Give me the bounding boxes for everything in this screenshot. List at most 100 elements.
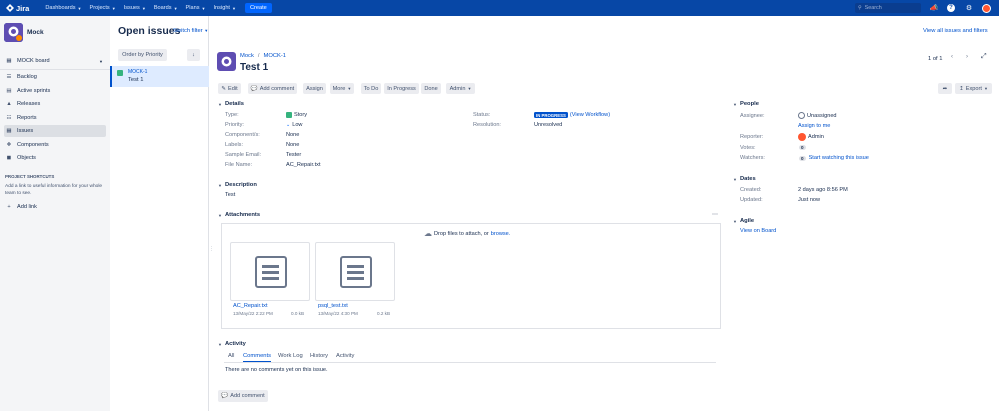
chevron-down-icon: ▼ (231, 5, 236, 11)
help-icon[interactable]: ? (946, 3, 956, 13)
sidebar-item-active-sprints[interactable]: ▤ Active sprints (4, 85, 106, 97)
description-heading[interactable]: ▼ Description (218, 182, 257, 188)
previous-issue-icon[interactable]: ‹ (951, 54, 953, 60)
votes-count[interactable]: 0 (799, 145, 806, 150)
browse-link[interactable]: browse. (491, 231, 511, 237)
drop-files-label: Drop files to attach, or (434, 230, 489, 237)
chevron-down-icon: ▼ (347, 86, 352, 91)
transition-done-button[interactable]: Done (421, 83, 441, 94)
sidebar-item-backlog[interactable]: ☰ Backlog (4, 71, 106, 83)
comment-icon: 💬 (221, 393, 229, 399)
project-name[interactable]: Mock (27, 29, 44, 36)
share-icon[interactable]: ➦ (938, 83, 952, 94)
tab-comments[interactable]: Comments (243, 353, 272, 362)
more-button[interactable]: More ▼ (330, 83, 354, 94)
collapse-triangle-icon: ▼ (218, 182, 222, 188)
attachment-date: 13/May/22 4:30 PM (318, 311, 358, 316)
jira-logo[interactable]: Jira (6, 4, 29, 13)
shortcuts-description: Add a link to useful information for you… (5, 184, 103, 196)
view-all-issues-link[interactable]: View all issues and filters (923, 28, 988, 34)
list-item[interactable]: MOCK-1 Test 1 (110, 66, 209, 87)
sort-direction-arrow-icon[interactable]: ↓ (187, 49, 200, 61)
chevron-down-icon: ▼ (467, 86, 472, 91)
attachment-thumbnail[interactable] (315, 242, 395, 301)
nav-issues[interactable]: Issues ▼ (124, 5, 146, 11)
priority-value: ⌄ Low (286, 122, 302, 128)
tab-history[interactable]: History (310, 353, 328, 359)
more-button-label: More (332, 85, 346, 92)
sidebar-item-reports[interactable]: ☷ Reports (4, 112, 106, 124)
activity-heading[interactable]: ▼ Activity (218, 341, 246, 347)
user-avatar[interactable] (981, 3, 991, 13)
attachments-more-icon[interactable]: ⋯ (712, 211, 718, 218)
sprint-icon: ▤ (6, 88, 12, 94)
nav-plans[interactable]: Plans ▼ (186, 5, 206, 11)
settings-gear-icon[interactable]: ⚙ (964, 3, 974, 13)
view-on-board-link[interactable]: View on Board (740, 228, 776, 234)
start-watching-link[interactable]: Start watching this issue (809, 155, 869, 161)
attachment-size: 0.0 kB (291, 311, 305, 316)
type-value: Story (286, 112, 307, 118)
notifications-icon[interactable]: 📣 (929, 3, 939, 13)
labels-label: Labels: (225, 142, 244, 148)
add-comment-button[interactable]: 💬 Add comment (248, 83, 297, 94)
attachment-name[interactable]: psql_test.txt (318, 303, 348, 309)
labels-value: None (286, 142, 300, 148)
order-by-button[interactable]: Order by Priority (118, 49, 167, 61)
breadcrumb-project[interactable]: Mock (240, 53, 254, 59)
details-heading-label: Details (224, 101, 244, 107)
next-issue-icon[interactable]: › (966, 54, 968, 60)
search-input[interactable]: ⚲ Search (855, 3, 921, 13)
sidebar-item-components[interactable]: ❖ Components (4, 139, 106, 151)
breadcrumb-separator: / (257, 53, 260, 59)
agile-heading[interactable]: ▼ Agile (733, 218, 754, 224)
expand-icon[interactable]: ⤢ (981, 53, 987, 61)
nav-boards[interactable]: Boards ▼ (154, 5, 178, 11)
view-workflow-link[interactable]: (View Workflow) (570, 112, 610, 118)
attachment-date: 13/May/22 2:22 PM (233, 311, 273, 316)
unassigned-avatar-icon (798, 112, 805, 119)
nav-projects-label: Projects (89, 5, 110, 11)
add-comment-bottom-button[interactable]: 💬 Add comment (218, 390, 268, 402)
nav-dashboards[interactable]: Dashboards ▼ (45, 5, 81, 11)
add-link-button[interactable]: + Add link (4, 201, 106, 213)
create-button[interactable]: Create (244, 3, 272, 13)
tab-work-log[interactable]: Work Log (278, 353, 303, 359)
nav-insight[interactable]: Insight ▼ (214, 5, 236, 11)
admin-button[interactable]: Admin ▼ (446, 83, 475, 94)
description-text: Test (225, 192, 236, 198)
dates-heading[interactable]: ▼ Dates (733, 176, 756, 182)
edit-button[interactable]: ✎ Edit (218, 83, 241, 94)
details-heading[interactable]: ▼ Details (218, 101, 244, 107)
nav-projects[interactable]: Projects ▼ (90, 5, 116, 11)
objects-icon: ◼ (6, 155, 12, 161)
collapse-triangle-icon: ▼ (733, 176, 737, 182)
sidebar-item-issues[interactable]: ▦ Issues (4, 125, 106, 137)
created-value: 2 days ago 8:56 PM (798, 187, 848, 193)
resize-handle[interactable]: ⋮ (209, 246, 214, 252)
board-selector[interactable]: ▦ MOCK board ▼ (4, 55, 106, 67)
chevron-down-icon: ▼ (77, 5, 82, 11)
people-heading[interactable]: ▼ People (733, 101, 759, 107)
tab-all[interactable]: All (228, 353, 234, 359)
attachments-heading[interactable]: ▼ Attachments (218, 212, 260, 218)
attachment-thumbnail[interactable] (230, 242, 310, 301)
breadcrumb-issue-key[interactable]: MOCK-1 (263, 53, 286, 59)
type-value-text: Story (294, 112, 308, 118)
tab-activity[interactable]: Activity (336, 353, 354, 359)
jira-icon (6, 4, 14, 12)
attachment-name[interactable]: AC_Repair.txt (233, 303, 268, 309)
agile-heading-label: Agile (739, 218, 755, 224)
project-avatar[interactable] (4, 23, 23, 42)
assign-button[interactable]: Assign (303, 83, 326, 94)
collapse-triangle-icon: ▼ (218, 212, 222, 218)
export-button[interactable]: ↥ Export ▼ (955, 83, 992, 94)
sidebar-item-releases[interactable]: ▲ Releases (4, 98, 106, 110)
sidebar-item-objects[interactable]: ◼ Objects (4, 152, 106, 164)
drop-files-text: ☁ Drop files to attach, or browse. (424, 229, 510, 238)
backlog-icon: ☰ (6, 74, 12, 80)
assign-to-me-link[interactable]: Assign to me (798, 123, 830, 129)
transition-in-progress-button[interactable]: In Progress (384, 83, 419, 94)
collapse-triangle-icon: ▼ (733, 218, 737, 224)
transition-todo-button[interactable]: To Do (361, 83, 381, 94)
